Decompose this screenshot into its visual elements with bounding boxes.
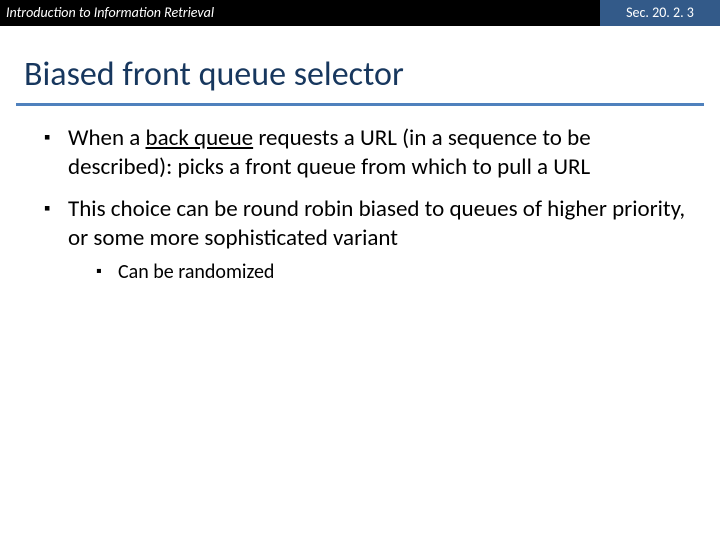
- slide-body: When a back queue requests a URL (in a s…: [0, 124, 720, 285]
- title-underline: [16, 103, 704, 106]
- bullet-2-1: Can be randomized: [96, 260, 692, 286]
- slide: Introduction to Information Retrieval Se…: [0, 0, 720, 540]
- section-label: Sec. 20. 2. 3: [600, 0, 720, 26]
- slide-title: Biased front queue selector: [0, 26, 720, 103]
- bullet-1-pre: When a: [68, 124, 146, 152]
- bullet-1-underline: back queue: [146, 124, 254, 152]
- bullet-2: This choice can be round robin biased to…: [44, 195, 692, 285]
- top-bar: Introduction to Information Retrieval Se…: [0, 0, 720, 26]
- bullet-2-text: This choice can be round robin biased to…: [68, 195, 685, 252]
- course-title: Introduction to Information Retrieval: [0, 0, 600, 26]
- bullet-1: When a back queue requests a URL (in a s…: [44, 124, 692, 183]
- bullet-2-1-text: Can be randomized: [118, 260, 274, 284]
